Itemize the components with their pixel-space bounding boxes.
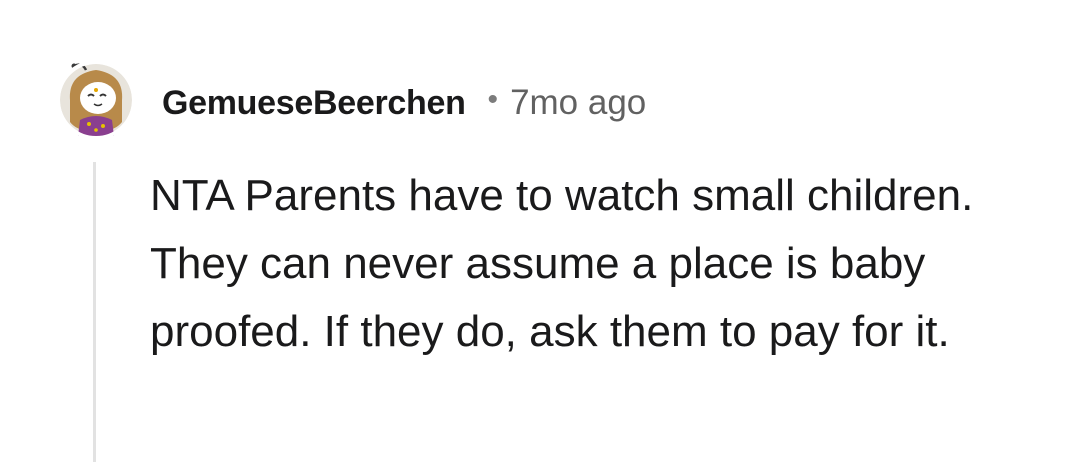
user-avatar-icon[interactable]	[56, 60, 136, 140]
timestamp: 7mo ago	[510, 83, 647, 122]
thread-line[interactable]	[93, 162, 96, 462]
separator-dot: •	[487, 83, 499, 116]
comment-body: NTA Parents have to watch small children…	[150, 171, 974, 356]
username-link[interactable]: GemueseBeerchen	[162, 84, 466, 123]
comment: GemueseBeerchen • 7mo ago NTA Parents ha…	[0, 0, 1080, 462]
comment-header: GemueseBeerchen • 7mo ago	[162, 78, 646, 128]
